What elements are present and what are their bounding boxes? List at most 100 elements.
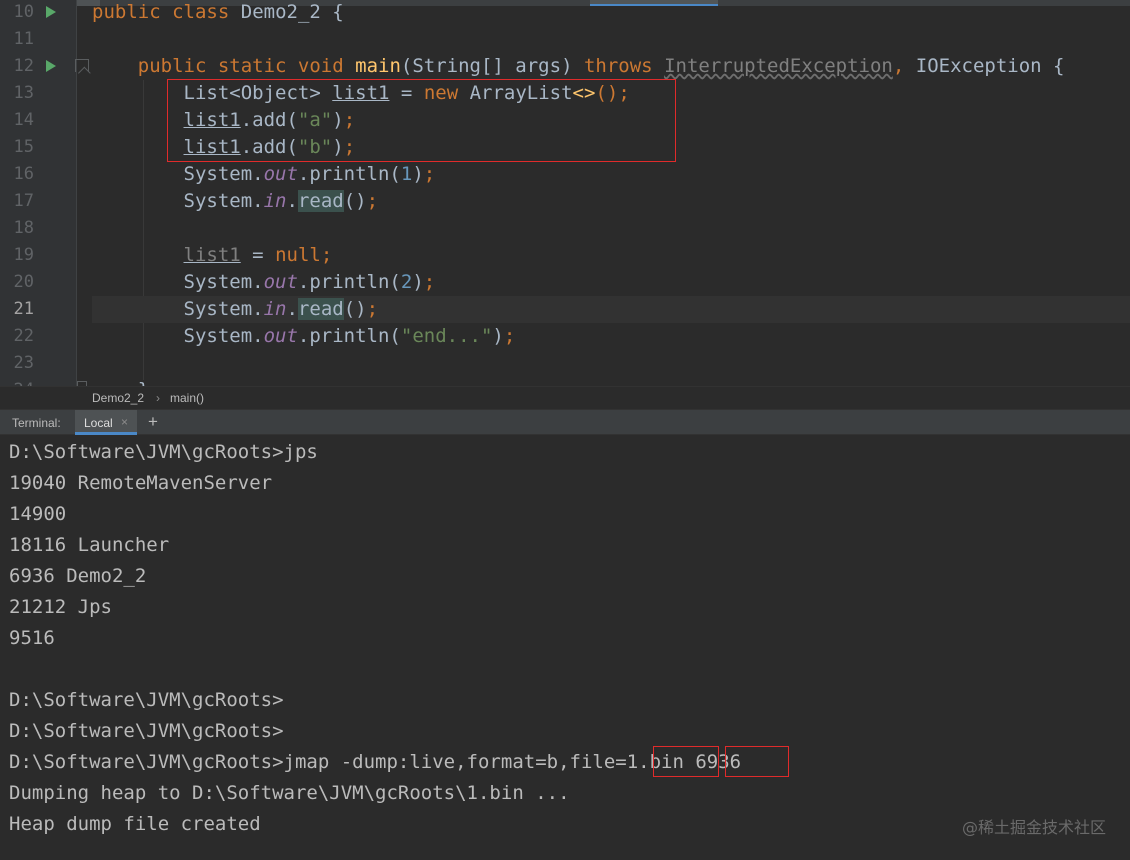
line-number: 11 [13,29,34,49]
terminal-line: 9516 [9,627,55,649]
line-number: 10 [13,2,34,22]
method-call: .println( [297,271,401,293]
exception-type: IOException [915,55,1042,77]
terminal-toolbar: Terminal: Local × + [0,409,1130,435]
number-literal: 2 [400,271,413,293]
terminal-line: 14900 [9,503,67,525]
close-icon[interactable]: × [121,415,128,429]
method-call: .println( [297,163,401,185]
code-line-19[interactable]: list1 = null; [92,242,1130,269]
static-field: out [263,271,298,293]
highlight-box-list-code [167,79,676,162]
terminal-line: D:\Software\JVM\gcRoots>jps [9,441,318,463]
null-literal: null [275,244,321,266]
class-ref: System. [183,190,264,212]
paren: ) [561,55,573,77]
method-call: .println( [297,325,401,347]
class-ref: System. [183,271,264,293]
breadcrumb-class[interactable]: Demo2_2 [92,391,144,405]
code-line-10[interactable]: public class Demo2_2 { [92,0,1130,26]
static-field: in [263,190,287,212]
terminal-tab-local[interactable]: Local × [75,410,137,435]
terminal-tab-label: Local [84,416,113,430]
code-line-17[interactable]: System.in.read(); [92,188,1130,215]
breadcrumb: Demo2_2 › main() [0,386,1130,409]
terminal-line: Heap dump file created [9,813,261,835]
static-field: in [263,298,287,320]
code-line-22[interactable]: System.out.println("end..."); [92,323,1130,350]
method-call-highlighted: read [297,190,344,212]
line-number: 23 [13,353,34,373]
code-line-21-current[interactable]: System.in.read(); [92,296,1130,323]
brace: { [1053,55,1065,77]
line-number: 24 [0,377,34,386]
terminal-line: D:\Software\JVM\gcRoots> [9,720,284,742]
code-line-16[interactable]: System.out.println(1); [92,161,1130,188]
param: String[] args [412,55,562,77]
line-number: 18 [13,218,34,238]
code-editor[interactable]: 10 11 12 13 14 15 16 17 18 19 20 21 22 2… [0,0,1130,386]
paren: ) [492,325,504,347]
number-literal: 1 [400,163,413,185]
code-line-20[interactable]: System.out.println(2); [92,269,1130,296]
line-number: 16 [13,164,34,184]
class-ref: System. [183,298,264,320]
line-number-current: 21 [13,299,34,319]
keyword: public [92,1,161,23]
line-number: 14 [13,110,34,130]
paren: () [343,298,367,320]
line-number: 20 [13,272,34,292]
line-number: 17 [13,191,34,211]
brace: { [332,1,344,23]
semicolon: ; [423,271,436,293]
paren: ( [400,55,413,77]
keyword-throws: throws [583,55,653,77]
breadcrumb-separator-icon: › [156,391,160,405]
terminal-command-jmap: D:\Software\JVM\gcRoots>jmap -dump:live,… [9,751,742,773]
class-name: Demo2_2 [240,1,321,23]
class-ref: System. [183,163,264,185]
variable-unused: list1 [183,244,241,266]
string-literal: "end..." [400,325,493,347]
paren: ) [412,271,424,293]
comma: , [892,55,905,77]
terminal-line: 6936 Demo2_2 [9,565,147,587]
code-line-24[interactable]: } [92,377,1130,386]
method-modifiers: public static void [137,55,344,77]
terminal-title: Terminal: [12,416,61,430]
method-name: main [355,55,401,77]
method-bookmark-icon[interactable] [75,59,89,72]
line-number: 12 [13,56,34,76]
brace: } [138,379,149,386]
class-ref: System. [183,325,264,347]
watermark: @稀土掘金技术社区 [961,818,1106,837]
breadcrumb-method[interactable]: main() [170,391,204,405]
dot: . [286,190,298,212]
keyword: class [172,1,230,23]
add-terminal-icon[interactable]: + [148,412,158,432]
run-class-icon[interactable] [46,6,56,18]
method-call-highlighted: read [297,298,344,320]
line-number: 15 [13,137,34,157]
semicolon: ; [366,190,379,212]
dot: . [286,298,298,320]
code-line-12[interactable]: public static void main(String[] args) t… [92,53,1130,80]
terminal-line: 18116 Launcher [9,534,170,556]
semicolon: ; [366,298,379,320]
semicolon: ; [503,325,516,347]
terminal-output[interactable]: D:\Software\JVM\gcRoots>jps 19040 Remote… [0,435,1130,860]
gutter-separator [76,0,77,386]
line-number: 13 [13,83,34,103]
run-main-icon[interactable] [46,60,56,72]
paren: ) [412,163,424,185]
operator: = [252,244,264,266]
terminal-line: Dumping heap to D:\Software\JVM\gcRoots\… [9,782,570,804]
line-number: 22 [13,326,34,346]
static-field: out [263,163,298,185]
exception-type: InterruptedException [664,55,893,77]
semicolon: ; [320,244,333,266]
terminal-line: 19040 RemoteMavenServer [9,472,273,494]
highlight-box-file-name [653,746,719,777]
terminal-line: 21212 Jps [9,596,112,618]
terminal-line: D:\Software\JVM\gcRoots> [9,689,284,711]
